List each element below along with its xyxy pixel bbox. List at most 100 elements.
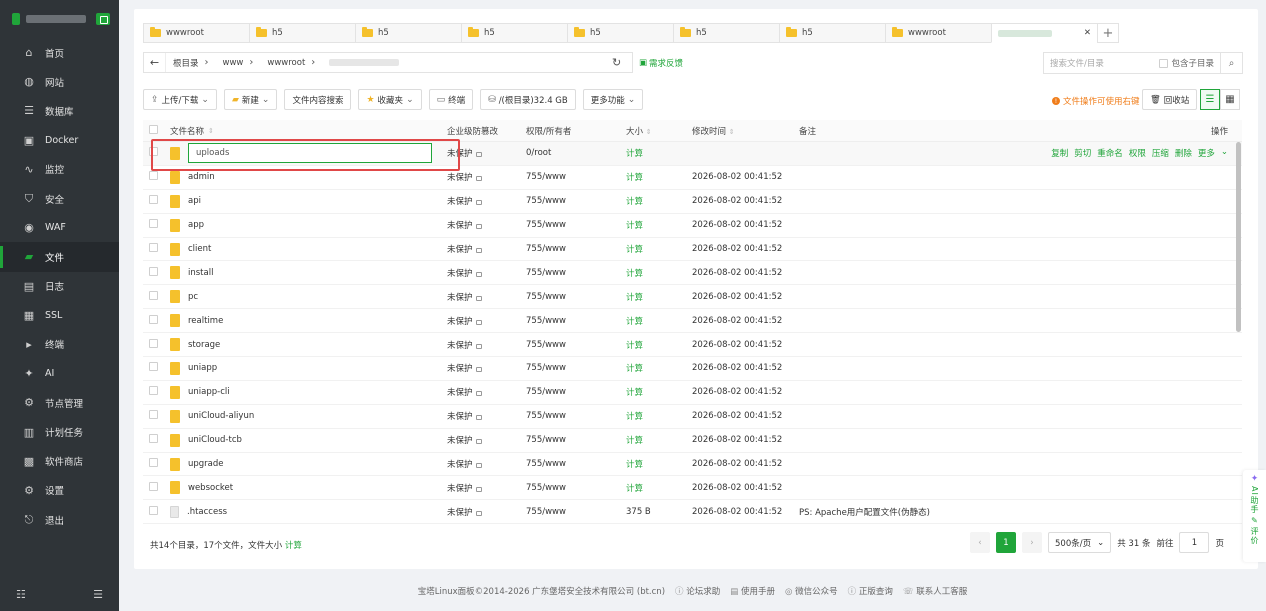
sidebar-item-folder[interactable]: ▰ 文件 — [0, 242, 119, 272]
row-perm[interactable]: 755/www — [526, 387, 566, 397]
footer-link-manual[interactable]: ▤ 使用手册 — [730, 585, 775, 597]
table-row[interactable]: realtime 未保护 755/www 计算 2026-08-02 00:41:52 — [143, 309, 1242, 334]
sidebar-item-globe[interactable]: ◍ 网站 — [0, 67, 119, 96]
row-perm[interactable]: 755/www — [526, 507, 566, 517]
table-row[interactable]: uniapp 未保护 755/www 计算 2026-08-02 00:41:52 — [143, 357, 1242, 381]
path-tab[interactable]: h5 — [355, 23, 461, 43]
path-tab[interactable]: h5 — [567, 23, 673, 43]
row-checkbox[interactable] — [149, 290, 158, 303]
row-protect[interactable]: 未保护 — [447, 267, 482, 279]
close-icon[interactable]: ✕ — [1084, 28, 1091, 38]
sidebar-item-monitor[interactable]: ∿ 监控 — [0, 155, 119, 184]
calc-total-link[interactable]: 计算 — [285, 541, 302, 551]
row-name[interactable]: api — [170, 194, 201, 208]
table-row[interactable]: pc 未保护 755/www 计算 2026-08-02 00:41:52 — [143, 285, 1242, 310]
row-size[interactable]: 计算 — [626, 434, 643, 446]
select-all-checkbox[interactable] — [149, 124, 158, 137]
row-name[interactable]: uniapp — [170, 361, 217, 375]
rate-label[interactable]: 评价 — [1249, 527, 1260, 545]
table-scrollbar[interactable] — [1236, 142, 1241, 332]
row-checkbox[interactable] — [149, 195, 158, 207]
row-protect[interactable]: 未保护 — [447, 410, 482, 422]
menu-settings-icon[interactable]: ☰ — [93, 588, 103, 601]
more-functions-button[interactable]: 更多功能 ⌄ — [582, 89, 644, 110]
table-row[interactable]: uniCloud-tcb 未保护 755/www 计算 2026-08-02 00:41… — [143, 429, 1242, 453]
back-arrow-icon[interactable]: ← — [144, 53, 166, 72]
row-checkbox[interactable] — [149, 171, 158, 183]
row-checkbox[interactable] — [149, 505, 158, 518]
table-row[interactable]: storage 未保护 755/www 计算 2026-08-02 00:41:52 — [143, 333, 1242, 358]
row-op-link[interactable]: 复制 — [1051, 147, 1068, 159]
row-size[interactable]: 计算 — [626, 362, 643, 374]
row-perm[interactable]: 755/www — [526, 483, 566, 493]
terminal-button[interactable]: ▭ 终端 — [428, 89, 474, 110]
ai-helper-label[interactable]: AI助手 — [1249, 486, 1260, 514]
row-checkbox[interactable] — [149, 362, 158, 374]
breadcrumb-www[interactable]: www › — [216, 57, 261, 68]
rename-input[interactable]: uploads — [188, 143, 432, 164]
footer-link-forum[interactable]: ⓘ 论坛求助 — [675, 585, 720, 597]
page-size-select[interactable]: 500条/页 ⌄ — [1048, 532, 1112, 553]
row-perm[interactable]: 755/www — [526, 459, 566, 469]
sidebar-item-nodes[interactable]: ⚙ 节点管理 — [0, 388, 119, 417]
row-perm[interactable]: 755/www — [526, 244, 566, 254]
footer-link-support[interactable]: ☏ 联系人工客服 — [903, 585, 967, 597]
row-op-link[interactable]: 压缩 — [1152, 147, 1169, 159]
add-tab-button[interactable]: + — [1097, 23, 1119, 43]
sidebar-item-docker[interactable]: ▣ Docker — [0, 126, 119, 155]
table-row[interactable]: client 未保护 755/www 计算 2026-08-02 00:41:52 — [143, 238, 1242, 262]
row-checkbox[interactable] — [149, 314, 158, 327]
row-perm[interactable]: 755/www — [526, 340, 566, 350]
right-click-tip-link[interactable]: ! 文件操作可使用右键 — [1052, 95, 1140, 107]
row-perm[interactable]: 755/www — [526, 220, 566, 230]
chevron-down-icon[interactable]: ⌄ — [1221, 147, 1228, 159]
row-protect[interactable]: 未保护 — [447, 434, 482, 446]
table-row[interactable]: .htaccess 未保护 755/www 375 B 2026-08-02 00:41… — [143, 500, 1242, 524]
sidebar-item-database[interactable]: ☰ 数据库 — [0, 96, 119, 125]
row-size-calc[interactable]: 计算 — [626, 147, 643, 159]
row-checkbox[interactable] — [149, 481, 158, 494]
prev-page-icon[interactable]: ‹ — [970, 532, 990, 553]
search-icon[interactable]: ⌕ — [1220, 53, 1242, 73]
row-op-link[interactable]: 剪切 — [1074, 147, 1091, 159]
row-perm[interactable]: 755/www — [526, 172, 566, 182]
next-page-icon[interactable]: › — [1022, 532, 1042, 553]
row-checkbox[interactable] — [149, 386, 158, 398]
row-checkbox[interactable] — [149, 219, 158, 231]
row-checkbox[interactable] — [149, 434, 158, 446]
header-size[interactable]: 大小 ⇕ — [626, 125, 652, 137]
row-size[interactable]: 计算 — [626, 195, 643, 207]
path-tab[interactable]: h5 — [673, 23, 779, 43]
row-size[interactable]: 计算 — [626, 219, 643, 231]
search-input[interactable]: 搜索文件/目录 — [1044, 57, 1159, 69]
favorites-button[interactable]: ★ 收藏夹 ⌄ — [358, 89, 422, 110]
sidebar-item-ssl[interactable]: ▦ SSL — [0, 301, 119, 330]
sidebar-item-store[interactable]: ▩ 软件商店 — [0, 447, 119, 476]
row-size[interactable]: 计算 — [626, 458, 643, 470]
new-button[interactable]: ▰ 新建 ⌄ — [223, 89, 278, 110]
row-size[interactable]: 计算 — [626, 291, 643, 303]
footer-link-verify[interactable]: ⓘ 正版查询 — [848, 585, 893, 597]
row-name[interactable]: upgrade — [170, 457, 224, 471]
sidebar-item-calendar[interactable]: ▥ 计划任务 — [0, 417, 119, 446]
table-row[interactable]: websocket 未保护 755/www 计算 2026-08-02 00:41:52 — [143, 476, 1242, 501]
row-perm[interactable]: 755/www — [526, 435, 566, 445]
row-size[interactable]: 计算 — [626, 386, 643, 398]
row-size[interactable]: 计算 — [626, 339, 643, 351]
row-checkbox[interactable] — [149, 243, 158, 255]
sidebar-item-log[interactable]: ▤ 日志 — [0, 272, 119, 301]
sidebar-item-logout[interactable]: ⎋ 退出 — [0, 505, 119, 534]
row-size[interactable]: 计算 — [626, 410, 643, 422]
row-perm[interactable]: 0/root — [526, 148, 551, 158]
row-op-link[interactable]: 更多 — [1198, 147, 1215, 159]
row-protect[interactable]: 未保护 — [447, 243, 482, 255]
row-checkbox[interactable] — [149, 338, 158, 351]
path-tab[interactable]: wwwroot — [143, 23, 249, 43]
list-view-icon[interactable]: ☰ — [1200, 89, 1220, 110]
row-protect[interactable]: 未保护 — [447, 147, 482, 159]
row-note[interactable]: PS: Apache用户配置文件(伪静态) — [799, 506, 930, 518]
row-protect[interactable]: 未保护 — [447, 219, 482, 231]
row-protect[interactable]: 未保护 — [447, 291, 482, 303]
path-tab[interactable]: h5 — [461, 23, 567, 43]
recycle-bin-button[interactable]: 🗑 回收站 — [1142, 89, 1198, 110]
